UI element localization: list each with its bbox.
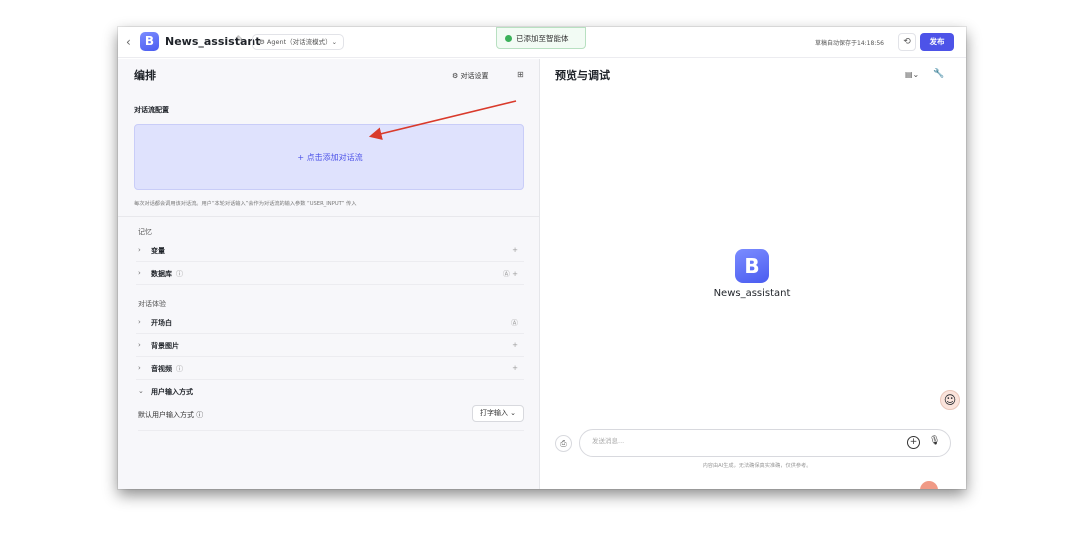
section-divider [118,216,539,217]
item-label: 数据库 ⓘ [151,269,183,279]
item-label: 用户输入方式 [151,388,193,396]
chevron-right-icon: › [138,246,141,254]
message-input-box[interactable]: + 🎙 [579,429,951,457]
clear-context-icon[interactable]: ⎙ [555,435,572,452]
experience-item-opening[interactable]: › 开场白 Ⓐ [136,312,524,334]
add-flow-label[interactable]: + 点击添加对话流 [135,152,525,163]
item-label-text: 数据库 [151,270,172,278]
message-input[interactable] [592,437,872,445]
default-input-label: 默认用户输入方式 ⓘ [138,411,204,419]
panel-title-preview: 预览与调试 [555,69,610,82]
item-label: 音视频 ⓘ [151,364,183,374]
memory-item-variables[interactable]: › 变量 + [136,240,524,262]
auto-icon[interactable]: Ⓐ [511,318,518,328]
add-icon[interactable]: + [512,341,518,349]
preview-mode-icon[interactable]: ▤⌄ [905,70,919,79]
input-method-select[interactable]: 打字输入 ⌄ [472,405,524,422]
flow-hint: 每次对话都会调用该对话流。用户“本轮对话输入”会作为对话流的输入参数 “USER… [134,201,357,207]
chevron-right-icon: › [138,364,141,372]
ai-disclaimer: 内容由AI生成，无法确保真实准确，仅供参考。 [702,463,812,469]
chevron-down-icon: ⌄ [138,387,144,395]
group-experience: 对话体验 [138,300,166,308]
add-icon[interactable]: + [512,364,518,372]
memory-item-database[interactable]: › 数据库 ⓘ Ⓐ + [136,263,524,285]
default-input-method-row: 默认用户输入方式 ⓘ 打字输入 ⌄ [138,403,524,431]
layout-icon[interactable]: ⊞ [517,70,524,79]
item-actions[interactable]: Ⓐ + [503,269,518,279]
item-label: 变量 [151,247,165,255]
dialog-settings-button[interactable]: ⚙ 对话设置 [452,71,489,81]
chevron-right-icon: › [138,341,141,349]
group-memory: 记忆 [138,228,152,236]
section-title-flow-config: 对话流配置 [134,106,169,114]
item-label-text: 音视频 [151,365,172,373]
dialog-settings-label: 对话设置 [460,72,489,80]
panel-title-orchestration: 编排 [134,69,156,82]
item-label: 背景图片 [151,342,179,350]
info-icon[interactable]: ⓘ [176,269,183,279]
experience-item-background[interactable]: › 背景图片 + [136,335,524,357]
chevron-right-icon: › [138,318,141,326]
chevron-right-icon: › [138,269,141,277]
microphone-icon[interactable]: 🎙 [929,436,940,446]
floating-avatar[interactable] [920,481,938,489]
add-flow-area[interactable]: + 点击添加对话流 [134,124,524,190]
bot-logo: B [735,249,769,283]
assistant-avatar[interactable]: ☺ [940,390,960,410]
window-content: 编排 ⚙ 对话设置 ⊞ 对话流配置 + 点击添加对话流 每次对话都会调用该对话流… [118,27,966,489]
wrench-icon[interactable]: 🔧 [933,69,944,79]
info-icon[interactable]: ⓘ [176,364,183,374]
bot-name: News_assistant [713,288,791,299]
plus-icon[interactable]: + [907,436,920,449]
experience-item-av[interactable]: › 音视频 ⓘ + [136,358,524,380]
add-icon[interactable]: + [512,246,518,254]
experience-item-input-method[interactable]: ⌄ 用户输入方式 [136,381,524,403]
item-label: 开场白 [151,319,172,327]
